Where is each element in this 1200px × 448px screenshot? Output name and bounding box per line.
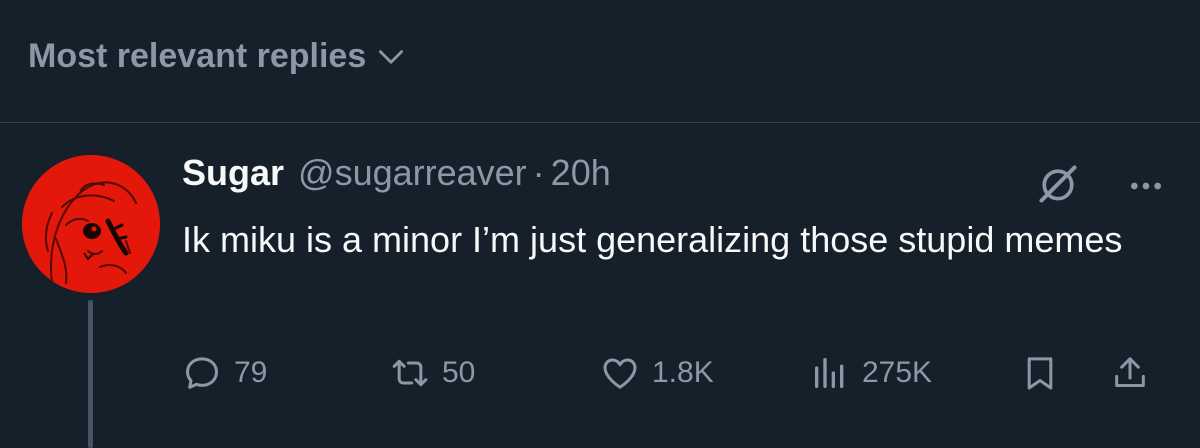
sort-replies-label: Most relevant replies	[28, 36, 367, 75]
section-divider	[0, 122, 1200, 123]
share-button[interactable]	[1110, 345, 1162, 401]
tweet-header: Sugar @sugarreaver · 20h	[182, 152, 1172, 208]
avatar-drawing	[22, 155, 160, 293]
views-button[interactable]: 275K	[810, 345, 932, 401]
separator-dot: ·	[532, 152, 545, 193]
tweet-text: Ik miku is a minor I’m just generalizing…	[182, 219, 1123, 260]
thread-connector-line	[88, 300, 93, 448]
bookmark-icon	[1027, 357, 1053, 390]
tweet-actions: 79 50 1.8K 275K	[182, 345, 1172, 401]
author-handle[interactable]: @sugarreaver	[298, 152, 527, 194]
views-icon	[815, 358, 844, 388]
tweet-timestamp[interactable]: 20h	[551, 152, 611, 194]
share-icon	[1115, 357, 1145, 387]
reply-button[interactable]: 79	[182, 345, 267, 401]
more-icon[interactable]	[1126, 166, 1166, 206]
like-button[interactable]: 1.8K	[600, 345, 714, 401]
retweet-icon	[392, 359, 428, 387]
retweet-count: 50	[442, 356, 476, 389]
sort-replies-dropdown[interactable]: Most relevant replies	[28, 30, 406, 82]
heart-icon	[603, 358, 637, 389]
avatar[interactable]	[22, 155, 160, 293]
author-display-name[interactable]: Sugar	[182, 152, 284, 194]
reply-count: 79	[234, 356, 268, 389]
reply-tweet[interactable]: Sugar @sugarreaver · 20h Ik miku is a mi…	[182, 152, 1172, 268]
page: Most relevant replies Sugar @sugarreaver…	[0, 0, 1200, 448]
bookmark-button[interactable]	[1020, 345, 1072, 401]
like-count: 1.8K	[652, 356, 714, 389]
retweet-button[interactable]: 50	[390, 345, 475, 401]
reply-icon	[186, 357, 218, 389]
view-count: 275K	[862, 356, 933, 389]
grok-icon[interactable]	[1036, 162, 1080, 206]
chevron-down-icon	[379, 50, 404, 64]
